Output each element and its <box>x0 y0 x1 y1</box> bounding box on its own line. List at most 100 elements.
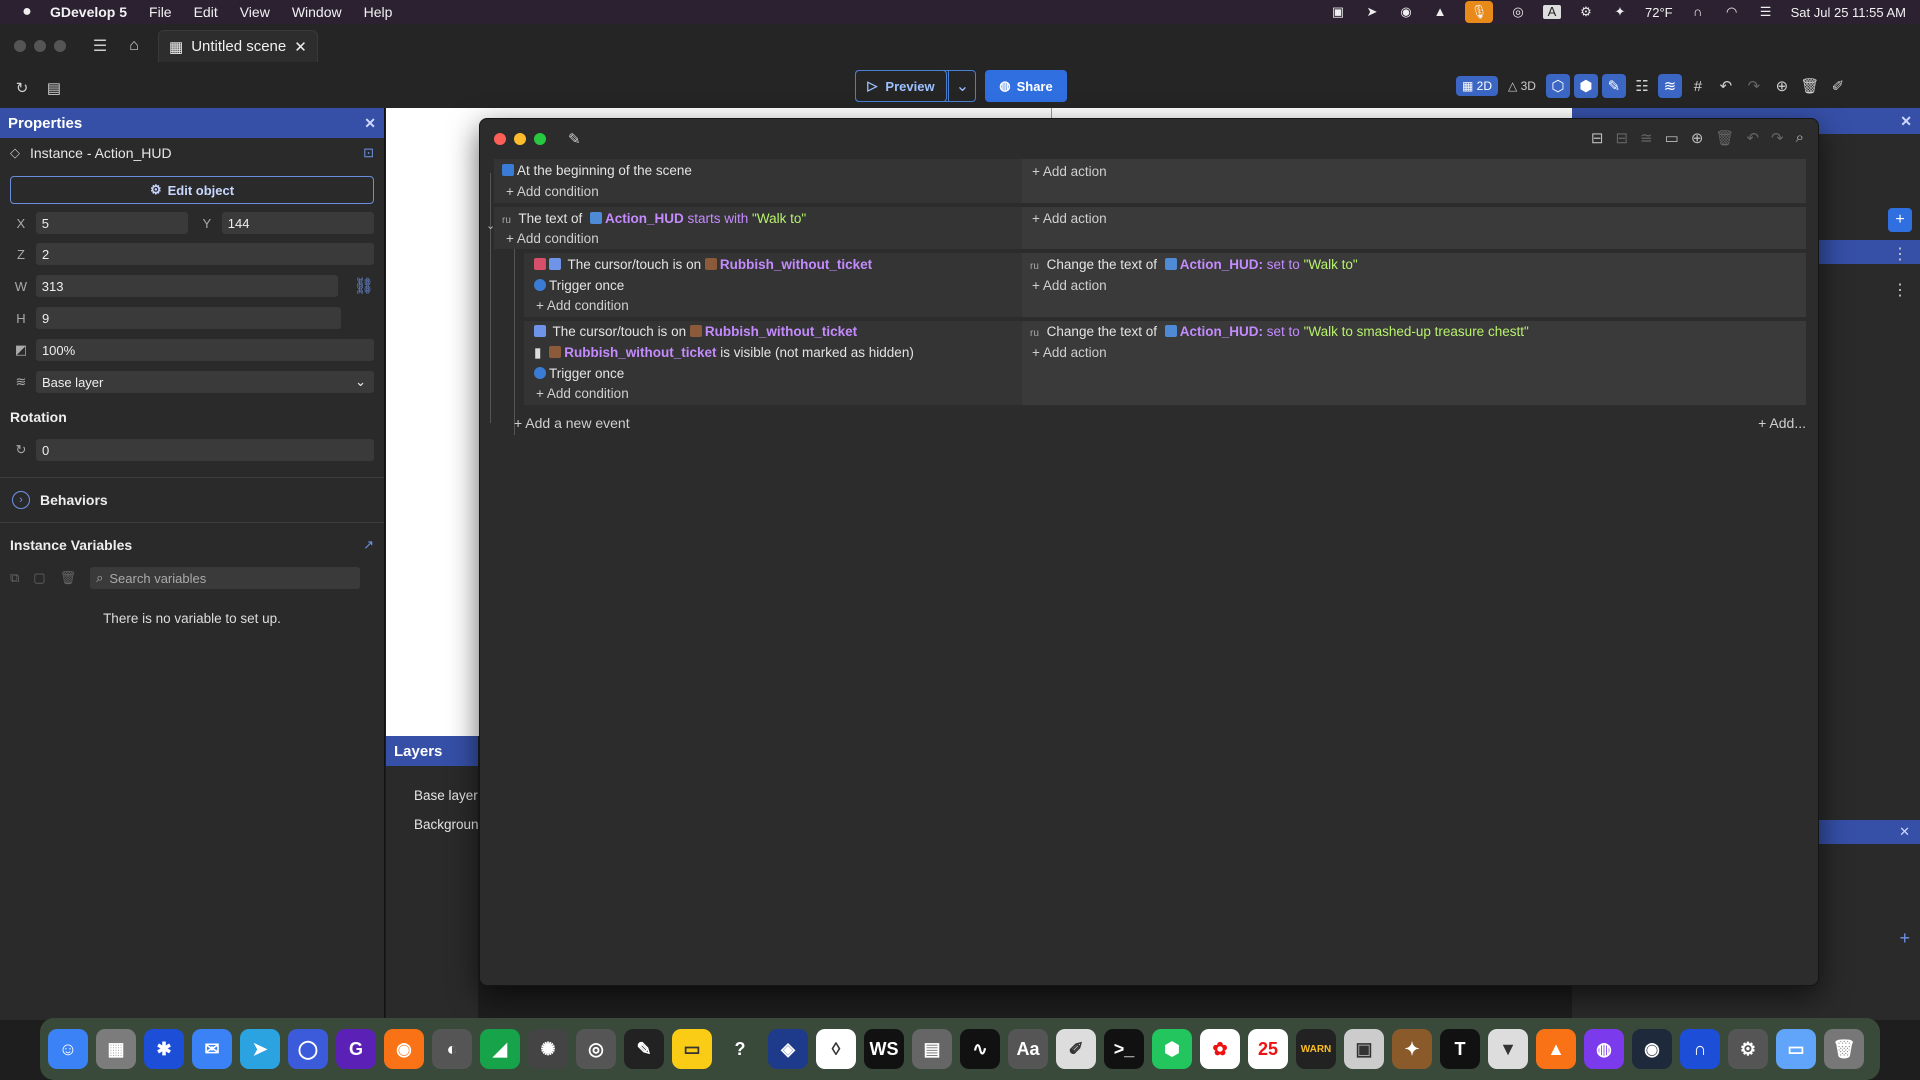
input-source-icon[interactable]: A <box>1543 5 1561 19</box>
redo-icon[interactable]: ↷ <box>1742 74 1766 98</box>
status-icon-5[interactable]: ⚙ <box>1577 5 1595 19</box>
squirrel-app-icon[interactable]: ✦ <box>1392 1029 1432 1069</box>
webstorm-icon[interactable]: WS <box>864 1029 904 1069</box>
x-field[interactable]: 5 <box>35 212 188 234</box>
layer-select[interactable]: Base layer ⌄ <box>35 371 374 393</box>
tab-untitled-scene[interactable]: ▦ Untitled scene ✕ <box>158 30 318 62</box>
preview-app-icon[interactable]: ▤ <box>912 1029 952 1069</box>
add-more-icon[interactable]: ⊕ <box>1691 129 1704 147</box>
instances-list-icon[interactable]: ☷ <box>1630 74 1654 98</box>
lock-icon[interactable]: ⊡ <box>363 145 374 161</box>
control-center-icon[interactable]: ☰ <box>1757 5 1775 19</box>
status-icon-4[interactable]: ◎ <box>1509 5 1527 19</box>
add-more-link[interactable]: + Add... <box>1758 415 1806 431</box>
menu-view[interactable]: View <box>240 4 270 20</box>
menu-edit[interactable]: Edit <box>194 4 218 20</box>
y-field[interactable]: 144 <box>221 212 374 234</box>
home-icon[interactable]: ⌂ <box>122 34 146 58</box>
gdevelop-icon[interactable]: ◢ <box>480 1029 520 1069</box>
headphones-icon[interactable]: ∩ <box>1689 5 1707 19</box>
object-groups-icon[interactable]: ⬢ <box>1573 74 1598 98</box>
action-line[interactable]: ru Change the text of Action_HUD: set to… <box>1030 324 1529 339</box>
downloads-folder-icon[interactable]: ▭ <box>1776 1029 1816 1069</box>
close-tab-icon[interactable]: ✕ <box>294 38 307 56</box>
height-field[interactable]: 9 <box>36 307 341 329</box>
layer-item-base[interactable]: Base layer <box>414 788 478 803</box>
opacity-field[interactable]: 100% <box>35 339 374 361</box>
search-events-icon[interactable]: ⌕ <box>1796 129 1804 147</box>
trash-can-icon[interactable]: 🗑 <box>1824 1029 1864 1069</box>
preview-button[interactable]: ▷ Preview <box>855 70 947 102</box>
typora-icon[interactable]: T <box>1440 1029 1480 1069</box>
add-condition-link[interactable]: + Add condition <box>536 298 629 313</box>
search-variables-input[interactable]: ⌕ Search variables <box>90 567 361 589</box>
add-action-link[interactable]: + Add action <box>1032 164 1107 179</box>
add-object-button[interactable]: + <box>1888 208 1912 232</box>
condition-line[interactable]: Trigger once <box>534 278 624 293</box>
condition-line[interactable]: The cursor/touch is on Rubbish_without_t… <box>534 257 872 272</box>
condition-line[interactable]: The cursor/touch is on Rubbish_without_t… <box>534 324 857 339</box>
subevent-2[interactable]: The cursor/touch is on Rubbish_without_t… <box>524 321 1806 405</box>
add-new-event-link[interactable]: + Add a new event <box>514 415 630 431</box>
clock[interactable]: Sat Jul 25 11:55 AM <box>1791 5 1906 20</box>
close-properties-icon[interactable]: ✕ <box>364 115 376 132</box>
condition-line[interactable]: At the beginning of the scene <box>502 163 692 178</box>
layer-item-background[interactable]: Backgroun <box>414 817 479 832</box>
console-icon[interactable]: WARN <box>1296 1029 1336 1069</box>
add-group-icon[interactable]: + <box>1899 928 1910 949</box>
rotation-field[interactable]: 0 <box>35 439 374 461</box>
signal-icon[interactable]: ◯ <box>288 1029 328 1069</box>
behaviors-section[interactable]: › Behaviors <box>0 478 384 522</box>
mode-3d-toggle[interactable]: △ 3D <box>1502 76 1542 96</box>
open-external-icon[interactable]: ↗ <box>363 537 374 553</box>
hamburger-menu-icon[interactable]: ☰ <box>88 34 112 58</box>
status-icon-3[interactable]: ▲ <box>1431 5 1449 19</box>
object-menu-icon[interactable]: ⋮ <box>1892 244 1908 264</box>
event-1[interactable]: At the beginning of the scene + Add cond… <box>494 159 1806 203</box>
finder-icon[interactable]: ☺ <box>48 1029 88 1069</box>
z-field[interactable]: 2 <box>35 243 374 265</box>
close-window-icon[interactable] <box>494 133 506 145</box>
keep-ratio-link-icon[interactable]: ⛓ <box>354 276 374 296</box>
share-button[interactable]: ◍ Share <box>985 70 1067 102</box>
delete-icon[interactable]: 🗑 <box>1798 74 1822 98</box>
zoom-window-icon[interactable] <box>534 133 546 145</box>
notes-icon[interactable]: ▭ <box>672 1029 712 1069</box>
edit-object-button[interactable]: ⚙ Edit object <box>10 176 374 204</box>
condition-line[interactable]: ▮ Rubbish_without_ticket is visible (not… <box>534 345 914 361</box>
width-field[interactable]: 313 <box>35 275 338 297</box>
textedit-icon[interactable]: ✐ <box>1056 1029 1096 1069</box>
system-settings-icon[interactable]: ⚙ <box>1728 1029 1768 1069</box>
microphone-icon[interactable]: 🎙 <box>1465 1 1493 23</box>
close-groups-icon[interactable]: ✕ <box>1899 824 1910 840</box>
keynote-icon[interactable]: ◊ <box>816 1029 856 1069</box>
vlc-icon[interactable]: ▲ <box>1536 1029 1576 1069</box>
system-utility-icon[interactable]: ✺ <box>528 1029 568 1069</box>
mail-icon[interactable]: ✉ <box>192 1029 232 1069</box>
edit-window-icon[interactable]: ✎ <box>568 130 581 148</box>
weather-status[interactable]: 72°F <box>1645 5 1673 20</box>
terminal-icon[interactable]: >_ <box>1104 1029 1144 1069</box>
font-book-icon[interactable]: Aa <box>1008 1029 1048 1069</box>
copy-icon[interactable]: ⧉ <box>10 570 19 586</box>
redo-event-icon[interactable]: ↷ <box>1771 129 1784 147</box>
menu-window[interactable]: Window <box>292 4 342 20</box>
mode-2d-toggle[interactable]: ▦ 2D <box>1456 76 1499 96</box>
add-condition-link[interactable]: + Add condition <box>506 231 599 246</box>
object-menu-icon-2[interactable]: ⋮ <box>1892 280 1908 300</box>
wifi-icon[interactable]: ◠ <box>1723 5 1741 19</box>
event-2[interactable]: ru The text of Action_HUD starts with "W… <box>494 207 1806 249</box>
subevent-1[interactable]: The cursor/touch is on Rubbish_without_t… <box>524 253 1806 317</box>
add-condition-link[interactable]: + Add condition <box>506 184 599 199</box>
edit-scene-icon[interactable]: ✐ <box>1826 74 1850 98</box>
app-menu[interactable]: GDevelop 5 <box>50 4 127 20</box>
system-info-icon[interactable]: ▣ <box>1344 1029 1384 1069</box>
photos-icon[interactable]: ✿ <box>1200 1029 1240 1069</box>
condition-line[interactable]: Trigger once <box>534 366 624 381</box>
launchpad-icon[interactable]: ▦ <box>96 1029 136 1069</box>
add-event-icon[interactable]: ⊟ <box>1591 129 1604 147</box>
screenshot-icon[interactable]: ◎ <box>576 1029 616 1069</box>
minimize-window-icon[interactable] <box>514 133 526 145</box>
telegram-status-icon[interactable]: ➤ <box>1363 5 1381 19</box>
activity-monitor-icon[interactable]: ∿ <box>960 1029 1000 1069</box>
